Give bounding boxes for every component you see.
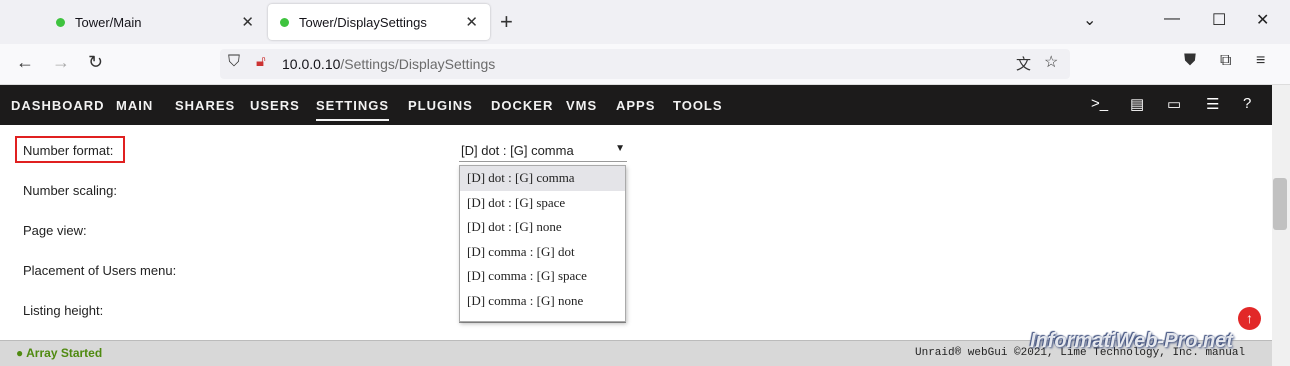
number-format-select[interactable]: [D] dot : [G] comma ▼	[459, 140, 627, 162]
option-item[interactable]: [D] dot : [G] comma	[460, 166, 625, 191]
watermark-logo: InformatiWeb-Pro.net	[1030, 330, 1233, 352]
reload-icon[interactable]: ↻	[88, 52, 103, 73]
pocket-icon[interactable]: ⛊	[1184, 52, 1196, 70]
menu-icon[interactable]: ≡	[1256, 52, 1265, 70]
scroll-to-top-icon[interactable]: ↑	[1238, 307, 1261, 330]
dropdown-arrow-icon: ▼	[615, 143, 625, 154]
option-item[interactable]: [D] dot : [G] none	[460, 215, 625, 240]
close-tab-icon[interactable]: ✕	[241, 13, 254, 31]
select-value: [D] dot : [G] comma	[461, 143, 574, 158]
select-underline	[459, 322, 626, 323]
tab-display-settings[interactable]: Tower/DisplaySettings ✕	[268, 4, 490, 40]
translate-icon[interactable]: 文	[1016, 53, 1031, 74]
option-item[interactable]: [D] comma : [G] space	[460, 264, 625, 289]
menu-shares[interactable]: SHARES	[175, 98, 235, 113]
close-window-icon[interactable]: ✕	[1256, 10, 1269, 30]
option-item[interactable]: [D] comma : [G] dot	[460, 240, 625, 265]
label-listing-height: Listing height:	[23, 303, 104, 318]
unraid-menu-bar: DASHBOARD MAIN SHARES USERS SETTINGS PLU…	[0, 85, 1272, 125]
menu-settings[interactable]: SETTINGS	[316, 98, 390, 121]
menu-users[interactable]: USERS	[250, 98, 300, 113]
favicon-icon	[280, 17, 289, 27]
option-item[interactable]: [D] dot : [G] space	[460, 191, 625, 216]
forward-icon[interactable]: →	[52, 52, 70, 73]
menu-main[interactable]: MAIN	[116, 98, 153, 113]
menu-plugins[interactable]: PLUGINS	[408, 98, 473, 113]
option-item[interactable]: [D] comma : [G] none	[460, 289, 625, 314]
tab-list-icon[interactable]: ⌄	[1083, 10, 1096, 30]
tab-title: Tower/Main	[75, 14, 142, 30]
menu-tools[interactable]: TOOLS	[673, 98, 723, 113]
tab-title: Tower/DisplaySettings	[299, 14, 427, 30]
menu-apps[interactable]: APPS	[616, 98, 655, 113]
label-number-format: Number format:	[23, 143, 114, 158]
notes-icon[interactable]: ▤	[1130, 95, 1144, 113]
menu-vms[interactable]: VMS	[566, 98, 597, 113]
number-format-dropdown: [D] dot : [G] comma [D] dot : [G] space …	[459, 165, 626, 322]
help-icon[interactable]: ?	[1243, 95, 1251, 112]
menu-dashboard[interactable]: DASHBOARD	[11, 98, 105, 113]
log-icon[interactable]: ☰	[1206, 95, 1219, 113]
settings-content	[0, 125, 1272, 340]
menu-docker[interactable]: DOCKER	[491, 98, 553, 113]
extensions-icon[interactable]: ⧉	[1220, 52, 1231, 70]
bookmark-star-icon[interactable]: ☆	[1044, 52, 1058, 72]
url-text: 10.0.0.10/Settings/DisplaySettings	[282, 56, 496, 72]
label-number-scaling: Number scaling:	[23, 183, 117, 198]
array-status: ● Array Started	[16, 346, 103, 360]
scrollbar-thumb[interactable]	[1273, 178, 1287, 230]
navigation-bar: ← → ↻ ⛉ 🔓︎ 10.0.0.10/Settings/DisplaySet…	[0, 44, 1290, 85]
close-tab-icon[interactable]: ✕	[465, 13, 478, 31]
browser-tab-strip: Tower/Main ✕ Tower/DisplaySettings ✕ + ⌄…	[0, 0, 1290, 44]
insecure-lock-icon[interactable]: 🔓︎	[256, 53, 266, 70]
back-icon[interactable]: ←	[16, 52, 34, 73]
new-tab-icon[interactable]: +	[500, 9, 513, 35]
label-users-menu-placement: Placement of Users menu:	[23, 263, 177, 278]
tab-tower-main[interactable]: Tower/Main ✕	[44, 4, 266, 40]
url-bar[interactable]: ⛉ 🔓︎ 10.0.0.10/Settings/DisplaySettings …	[220, 49, 1070, 79]
display-icon[interactable]: ▭	[1167, 95, 1181, 113]
favicon-icon	[56, 17, 65, 27]
shield-icon[interactable]: ⛉	[228, 53, 240, 71]
minimize-icon[interactable]: —	[1164, 10, 1180, 28]
maximize-icon[interactable]: ☐	[1212, 10, 1226, 30]
label-page-view: Page view:	[23, 223, 87, 238]
terminal-icon[interactable]: >_	[1091, 95, 1108, 112]
